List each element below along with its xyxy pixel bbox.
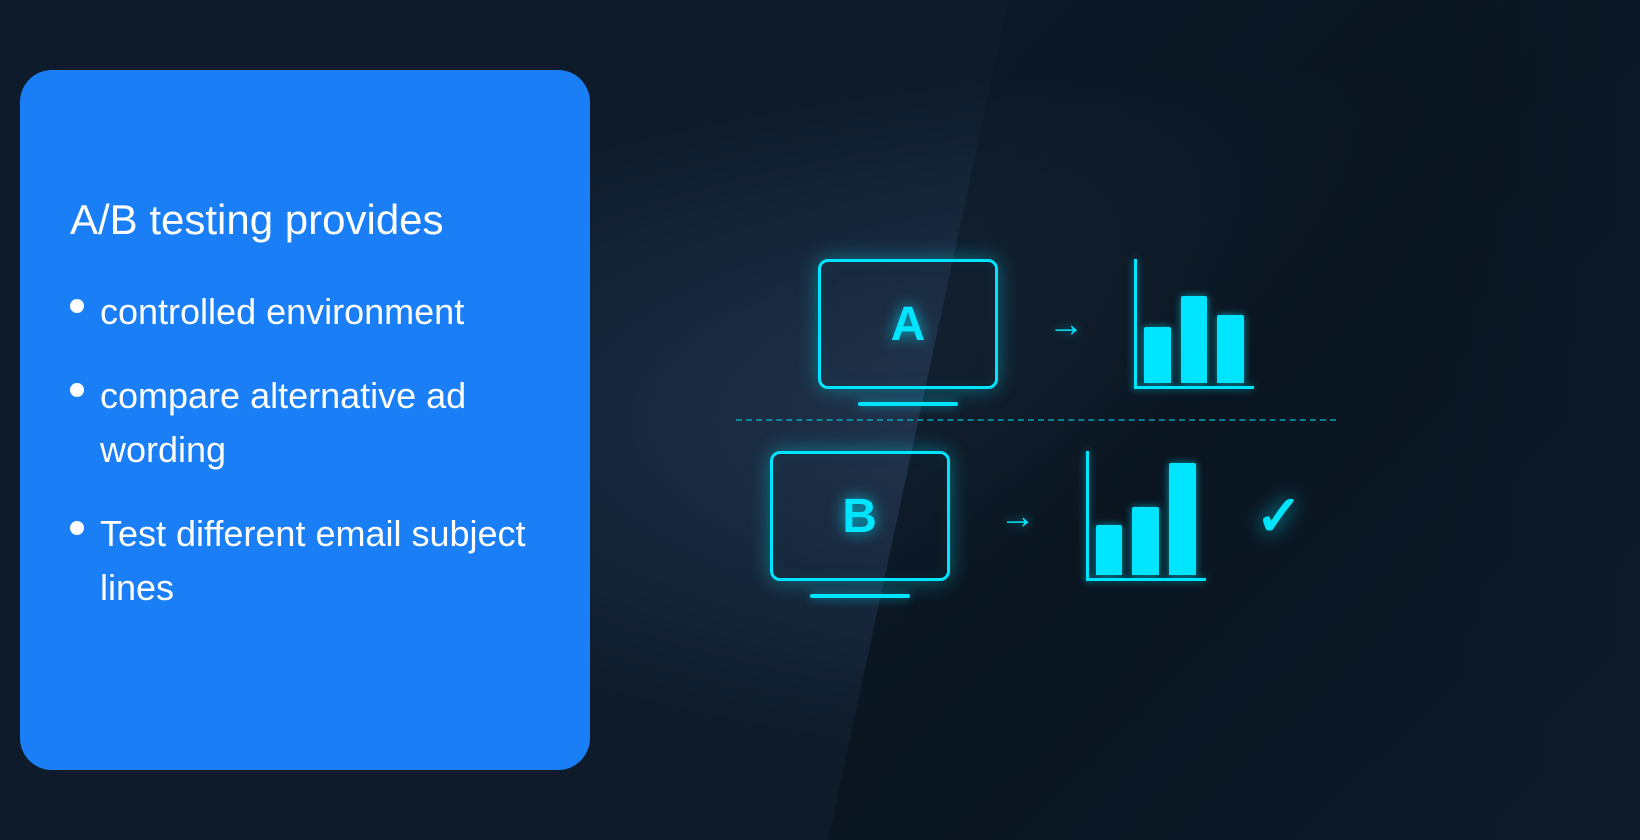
monitor-a-label: A: [891, 297, 926, 352]
bar-b-1: [1096, 525, 1123, 575]
bars-b: [1086, 451, 1206, 581]
left-panel: A/B testing provides controlled environm…: [20, 70, 590, 770]
bar-b-3: [1169, 463, 1196, 575]
checkmark-icon: ✓: [1256, 483, 1303, 549]
list-item-3: Test different email subject lines: [70, 507, 540, 615]
page-container: A → B →: [0, 0, 1640, 840]
dashed-divider: [736, 419, 1336, 421]
bar-a-2: [1181, 296, 1208, 383]
list-item-3-text: Test different email subject lines: [100, 507, 540, 615]
bar-chart-b: [1086, 451, 1206, 581]
list-item-1-text: controlled environment: [100, 285, 540, 339]
ab-diagram: A → B →: [676, 120, 1396, 720]
bars-a: [1134, 259, 1254, 389]
bar-chart-a: [1134, 259, 1254, 389]
monitor-b: B: [770, 451, 950, 581]
version-a-row: A →: [818, 259, 1254, 389]
bar-a-3: [1217, 315, 1244, 383]
bar-b-2: [1132, 507, 1159, 575]
bullet-list: controlled environment compare alternati…: [70, 285, 540, 645]
list-item-2: compare alternative ad wording: [70, 369, 540, 477]
bar-a-1: [1144, 327, 1171, 383]
monitor-a: A: [818, 259, 998, 389]
version-b-row: B → ✓: [770, 451, 1303, 581]
monitor-b-label: B: [842, 489, 877, 544]
list-item-2-text: compare alternative ad wording: [100, 369, 540, 477]
bullet-dot-1: [70, 299, 84, 313]
arrow-a: →: [1048, 303, 1084, 345]
panel-heading: A/B testing provides: [70, 195, 540, 245]
list-item-1: controlled environment: [70, 285, 540, 339]
arrow-b: →: [1000, 495, 1036, 537]
bullet-dot-3: [70, 521, 84, 535]
bullet-dot-2: [70, 383, 84, 397]
